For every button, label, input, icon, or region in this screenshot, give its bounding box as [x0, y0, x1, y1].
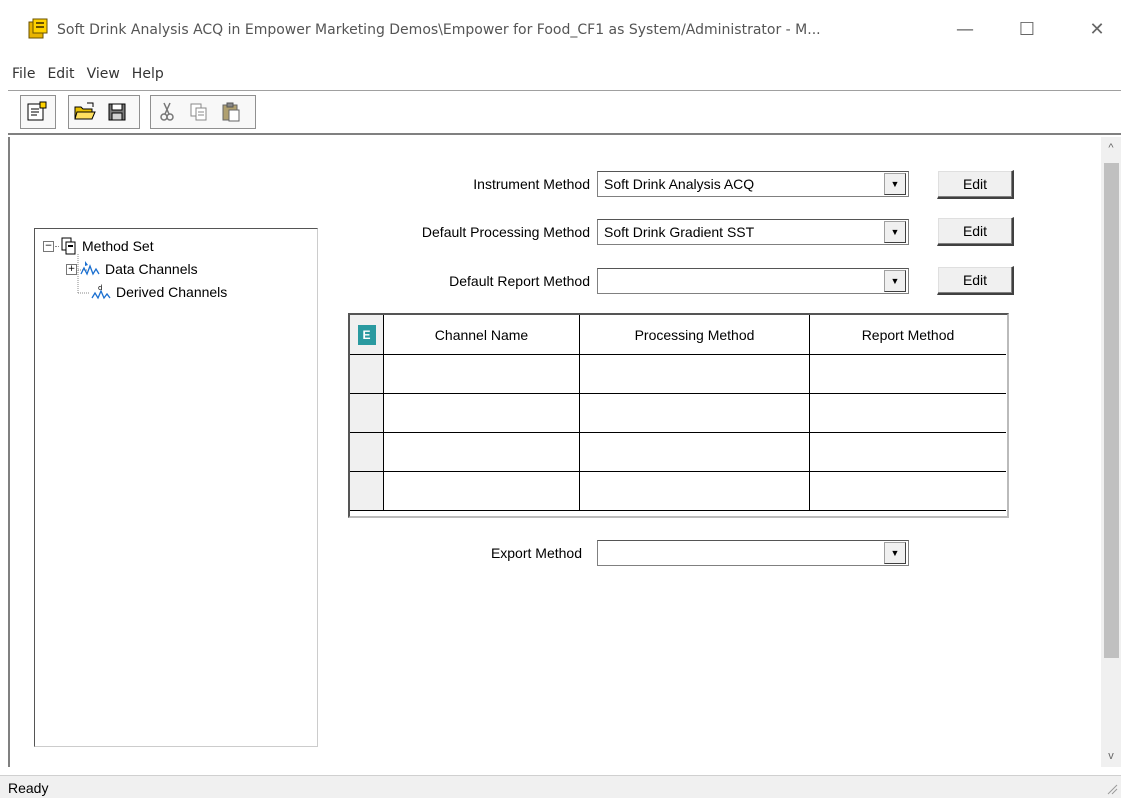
toolbar-group-clipboard	[150, 95, 256, 129]
table-cell[interactable]	[384, 355, 580, 394]
table-cell[interactable]	[384, 433, 580, 472]
dropdown-arrow-icon[interactable]: ▼	[884, 221, 906, 243]
maximize-button[interactable]: ☐	[1012, 16, 1042, 44]
table-cell[interactable]	[810, 433, 1006, 472]
collapse-icon[interactable]: −	[43, 240, 54, 252]
expand-icon[interactable]: +	[66, 263, 77, 275]
close-button[interactable]: ✕	[1082, 16, 1112, 44]
method-set-icon	[61, 237, 76, 255]
default-report-method-label: Default Report Method	[449, 273, 590, 289]
toolbar-group-properties	[20, 95, 56, 129]
table-cell[interactable]	[384, 472, 580, 511]
status-text: Ready	[8, 780, 49, 796]
table-cell[interactable]	[810, 355, 1006, 394]
menu-edit[interactable]: Edit	[43, 66, 82, 82]
instrument-method-select[interactable]: Soft Drink Analysis ACQ ▼	[597, 171, 909, 197]
scroll-thumb[interactable]	[1104, 163, 1119, 658]
open-folder-icon	[74, 102, 96, 120]
table-cell[interactable]	[580, 355, 810, 394]
dropdown-arrow-icon[interactable]: ▼	[884, 270, 906, 292]
toolbar-group-file	[68, 95, 140, 129]
default-report-method-edit-button[interactable]: Edit	[937, 266, 1014, 295]
resize-grip-icon[interactable]	[1104, 781, 1118, 795]
default-processing-method-select[interactable]: Soft Drink Gradient SST ▼	[597, 219, 909, 245]
row-header[interactable]	[350, 472, 384, 511]
data-channels-icon	[80, 261, 100, 276]
table-cell[interactable]	[810, 394, 1006, 433]
tree-item-method-set[interactable]: − Method Set	[43, 237, 154, 255]
instrument-method-label: Instrument Method	[473, 176, 590, 192]
table-cell[interactable]	[580, 472, 810, 511]
status-bar	[0, 775, 1121, 798]
open-button[interactable]	[69, 97, 101, 127]
table-cell[interactable]	[580, 433, 810, 472]
export-method-select[interactable]: ▼	[597, 540, 909, 566]
app-icon	[26, 18, 50, 40]
scroll-up-arrow-icon[interactable]: ^	[1101, 137, 1121, 159]
tree-item-data-channels[interactable]: + Data Channels	[66, 260, 198, 278]
paste-button[interactable]	[215, 97, 247, 127]
default-report-method-select[interactable]: ▼	[597, 268, 909, 294]
column-header-report-method[interactable]: Report Method	[810, 315, 1006, 355]
row-header[interactable]	[350, 355, 384, 394]
menu-bar: File Edit View Help	[8, 60, 172, 88]
svg-text:d: d	[98, 284, 102, 292]
method-set-tree: − Method Set + Data Channels d Derived C…	[34, 228, 318, 747]
menu-view[interactable]: View	[83, 66, 128, 82]
menu-file[interactable]: File	[8, 66, 43, 82]
column-header-channel-name[interactable]: Channel Name	[384, 315, 580, 355]
tree-label-data-channels: Data Channels	[105, 261, 198, 277]
tree-item-derived-channels[interactable]: d Derived Channels	[78, 283, 227, 301]
default-processing-method-value: Soft Drink Gradient SST	[604, 224, 755, 240]
row-header[interactable]	[350, 394, 384, 433]
toolbar	[8, 90, 1121, 135]
table-cell[interactable]	[384, 394, 580, 433]
export-method-label: Export Method	[490, 545, 582, 561]
tree-label-method-set: Method Set	[82, 238, 154, 254]
tree-label-derived-channels: Derived Channels	[116, 284, 228, 300]
menu-help[interactable]: Help	[128, 66, 172, 82]
minimize-button[interactable]: —	[950, 16, 980, 44]
table-cell[interactable]	[810, 472, 1006, 511]
properties-icon	[27, 101, 47, 121]
cut-icon	[160, 102, 174, 121]
copy-icon	[190, 103, 207, 121]
default-processing-method-label: Default Processing Method	[421, 224, 590, 240]
derived-channels-icon: d	[91, 284, 111, 300]
dropdown-arrow-icon[interactable]: ▼	[884, 542, 906, 564]
paste-icon	[222, 102, 240, 122]
cut-button[interactable]	[151, 97, 183, 127]
save-button[interactable]	[101, 97, 133, 127]
instrument-method-value: Soft Drink Analysis ACQ	[604, 176, 755, 192]
properties-button[interactable]	[21, 97, 53, 127]
dropdown-arrow-icon[interactable]: ▼	[884, 173, 906, 195]
scroll-down-arrow-icon[interactable]: v	[1101, 745, 1121, 767]
instrument-method-edit-button[interactable]: Edit	[937, 170, 1014, 199]
grid-options-icon[interactable]: E	[357, 324, 376, 345]
table-cell[interactable]	[580, 394, 810, 433]
row-header[interactable]	[350, 433, 384, 472]
grid-corner[interactable]: E	[350, 315, 384, 355]
window-title: Soft Drink Analysis ACQ in Empower Marke…	[57, 22, 821, 38]
save-icon	[108, 103, 126, 121]
channel-grid: E Channel Name Processing Method Report …	[348, 313, 1009, 518]
copy-button[interactable]	[183, 97, 215, 127]
default-processing-method-edit-button[interactable]: Edit	[937, 217, 1014, 246]
column-header-processing-method[interactable]: Processing Method	[580, 315, 810, 355]
